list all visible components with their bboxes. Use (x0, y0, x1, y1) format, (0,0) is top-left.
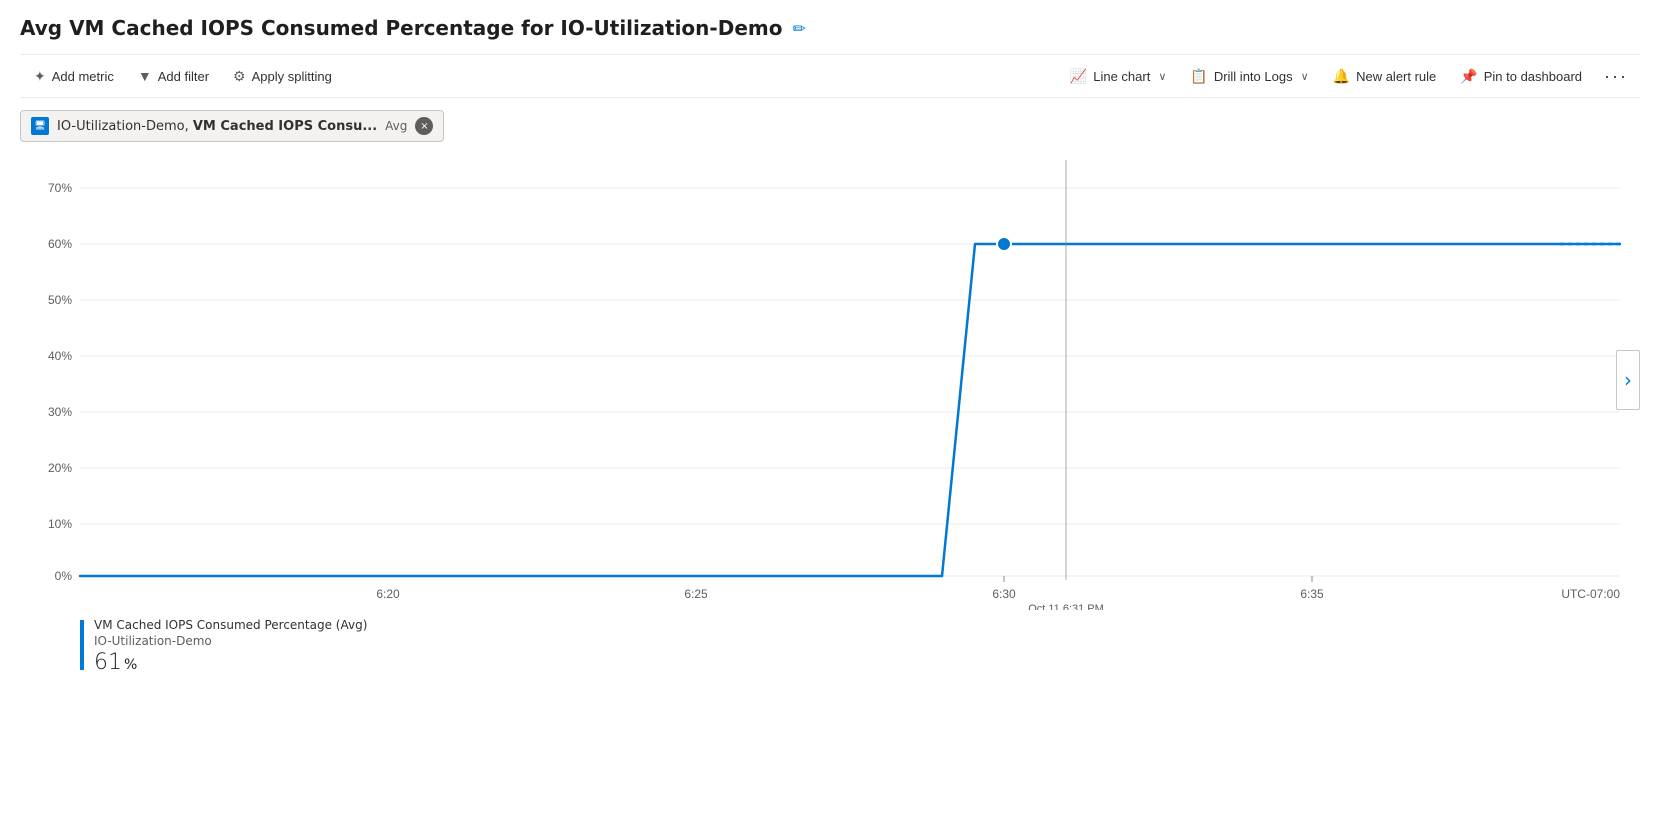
metric-remove-button[interactable]: × (415, 117, 433, 135)
svg-text:10%: 10% (48, 517, 72, 531)
line-chart-chevron: ∨ (1158, 70, 1166, 83)
legend-row: VM Cached IOPS Consumed Percentage (Avg)… (20, 618, 1640, 675)
pin-to-dashboard-label: Pin to dashboard (1484, 69, 1582, 84)
apply-splitting-button[interactable]: ⚙ Apply splitting (223, 62, 342, 91)
drill-into-logs-button[interactable]: 📋 Drill into Logs ∨ (1180, 62, 1318, 91)
drill-logs-chevron: ∨ (1301, 70, 1309, 83)
filter-icon: ▼ (138, 68, 152, 84)
new-alert-rule-label: New alert rule (1356, 69, 1436, 84)
metric-pill-row: 🖥 IO-Utilization-Demo, VM Cached IOPS Co… (20, 110, 1640, 142)
svg-text:0%: 0% (55, 569, 73, 583)
svg-text:6:25: 6:25 (684, 587, 708, 601)
more-options-label: ··· (1604, 66, 1628, 87)
svg-text:30%: 30% (48, 405, 72, 419)
add-metric-icon: ✦ (34, 68, 46, 85)
chart-expand-arrow[interactable]: › (1616, 350, 1640, 410)
edit-icon[interactable]: ✏ (792, 19, 805, 38)
pin-icon: 📌 (1460, 68, 1477, 85)
apply-splitting-label: Apply splitting (252, 69, 332, 84)
alert-icon: 🔔 (1333, 68, 1350, 85)
legend-value-number: 61 (94, 650, 122, 675)
legend-text: VM Cached IOPS Consumed Percentage (Avg)… (94, 618, 367, 675)
metric-pill-icon: 🖥 (31, 117, 49, 135)
page-title: Avg VM Cached IOPS Consumed Percentage f… (20, 16, 782, 40)
legend-value-unit: % (124, 657, 137, 673)
add-metric-label: Add metric (52, 69, 114, 84)
svg-text:60%: 60% (48, 237, 72, 251)
line-chart-label: Line chart (1093, 69, 1150, 84)
metric-name: VM Cached IOPS Consu... (193, 119, 377, 134)
svg-text:20%: 20% (48, 461, 72, 475)
svg-text:40%: 40% (48, 349, 72, 363)
pin-to-dashboard-button[interactable]: 📌 Pin to dashboard (1450, 62, 1592, 91)
drill-logs-icon: 📋 (1190, 68, 1207, 85)
svg-text:6:30: 6:30 (992, 587, 1016, 601)
legend-color-bar (80, 620, 84, 670)
metric-resource: IO-Utilization-Demo, (57, 119, 189, 134)
chart-container: 70% 60% 50% 40% 30% 20% 10% 0% (20, 150, 1640, 610)
line-chart-icon: 📈 (1070, 68, 1087, 85)
legend-resource-name: IO-Utilization-Demo (94, 634, 367, 648)
metric-pill-text: IO-Utilization-Demo, VM Cached IOPS Cons… (57, 119, 377, 134)
metric-aggregation: Avg (385, 119, 407, 133)
add-filter-label: Add filter (158, 69, 209, 84)
toolbar: ✦ Add metric ▼ Add filter ⚙ Apply splitt… (20, 54, 1640, 98)
chart-svg: 70% 60% 50% 40% 30% 20% 10% 0% (20, 150, 1640, 610)
legend-value: 61% (94, 650, 367, 675)
svg-text:UTC-07:00: UTC-07:00 (1561, 587, 1620, 601)
metric-vm-icon-text: 🖥 (34, 121, 45, 131)
more-options-button[interactable]: ··· (1596, 62, 1636, 91)
metric-pill: 🖥 IO-Utilization-Demo, VM Cached IOPS Co… (20, 110, 444, 142)
svg-text:70%: 70% (48, 181, 72, 195)
add-metric-button[interactable]: ✦ Add metric (24, 62, 124, 91)
new-alert-rule-button[interactable]: 🔔 New alert rule (1323, 62, 1447, 91)
add-filter-button[interactable]: ▼ Add filter (128, 62, 219, 90)
svg-text:6:35: 6:35 (1300, 587, 1324, 601)
legend-metric-name: VM Cached IOPS Consumed Percentage (Avg) (94, 618, 367, 632)
svg-text:50%: 50% (48, 293, 72, 307)
drill-into-logs-label: Drill into Logs (1214, 69, 1293, 84)
svg-text:Oct 11 6:31 PM: Oct 11 6:31 PM (1028, 603, 1104, 610)
splitting-icon: ⚙ (233, 68, 246, 85)
svg-text:6:20: 6:20 (376, 587, 400, 601)
line-chart-button[interactable]: 📈 Line chart ∨ (1060, 62, 1177, 91)
